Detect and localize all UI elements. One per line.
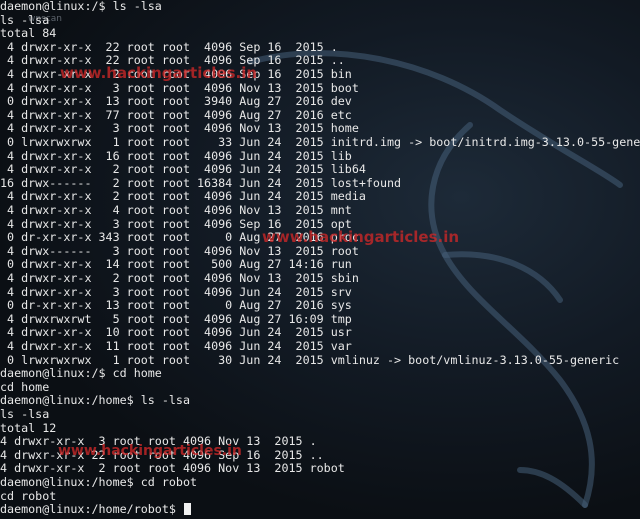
terminal-line: 4 drwxr-xr-x 2 root root 4096 Jun 24 201… [0,162,366,177]
terminal-line: 4 drwxr-xr-x 3 root root 4096 Nov 13 201… [0,121,359,136]
terminal-line: 0 lrwxrwxrwx 1 root root 33 Jun 24 2015 … [0,135,640,149]
terminal-line: 4 drwxr-xr-x 3 root root 4096 Nov 13 201… [0,80,359,95]
terminal-line: total 12 [0,420,57,435]
terminal-line: 4 drwxr-xr-x 16 root root 4096 Jun 24 20… [0,148,352,163]
terminal-line: daemon@linux:/home$ cd robot [0,475,198,489]
terminal-line: daemon@linux:/home$ ls -lsa [0,393,190,408]
terminal-line: 16 drwx------ 2 root root 16384 Jun 24 2… [0,175,402,190]
terminal-line: cd home [0,379,50,394]
terminal-line: 0 drwxr-xr-x 14 root root 500 Aug 27 14:… [0,257,352,272]
terminal-line: 0 lrwxrwxrwx 1 root root 30 Jun 24 2015 … [0,352,620,367]
terminal-line: daemon@linux:/$ cd home [0,366,162,381]
terminal-line: ls -lsa [0,407,50,421]
terminal-line: 4 drwxr-xr-x 2 root root 4096 Nov 13 201… [0,461,345,476]
terminal-line: 4 drwxr-xr-x 2 root root 4096 Jun 24 201… [0,189,366,204]
terminal-line: ls -lsa [0,12,50,27]
terminal-line: 0 dr-xr-xr-x 13 root root 0 Aug 27 2016 … [0,298,352,313]
terminal-line: total 84 [0,26,57,41]
terminal-line: 4 drwxr-xr-x 22 root root 4096 Sep 16 20… [0,39,338,54]
terminal-line: 4 drwxr-xr-x 10 root root 4096 Jun 24 20… [0,325,352,340]
terminal-line: 4 drwx------ 3 root root 4096 Nov 13 201… [0,243,359,258]
watermark-middle: www.hackingarticles.in [262,228,460,246]
terminal-line: cd robot [0,488,57,503]
terminal-line: 4 drwxrwxrwt 5 root root 4096 Aug 27 16:… [0,311,352,326]
watermark-top: www.hackingarticles.in [60,64,258,82]
watermark-bottom: www.hackingarticles.in [58,443,242,459]
terminal-prompt-line: daemon@linux:/home/robot$ [0,503,191,517]
terminal-line: 0 drwxr-xr-x 13 root root 3940 Aug 27 20… [0,94,352,109]
terminal-line: daemon@linux:/$ ls -lsa [0,0,162,13]
terminal-line: 4 drwxr-xr-x 4 root root 4096 Nov 13 201… [0,203,352,217]
terminal-line: 4 drwxr-xr-x 77 root root 4096 Aug 27 20… [0,107,352,122]
terminal-line: 4 drwxr-xr-x 11 root root 4096 Jun 24 20… [0,339,352,353]
terminal-line: 4 drwxr-xr-x 2 root root 4096 Nov 13 201… [0,271,359,285]
terminal-line: 4 drwxr-xr-x 3 root root 4096 Jun 24 201… [0,284,352,299]
text-cursor [183,503,191,516]
